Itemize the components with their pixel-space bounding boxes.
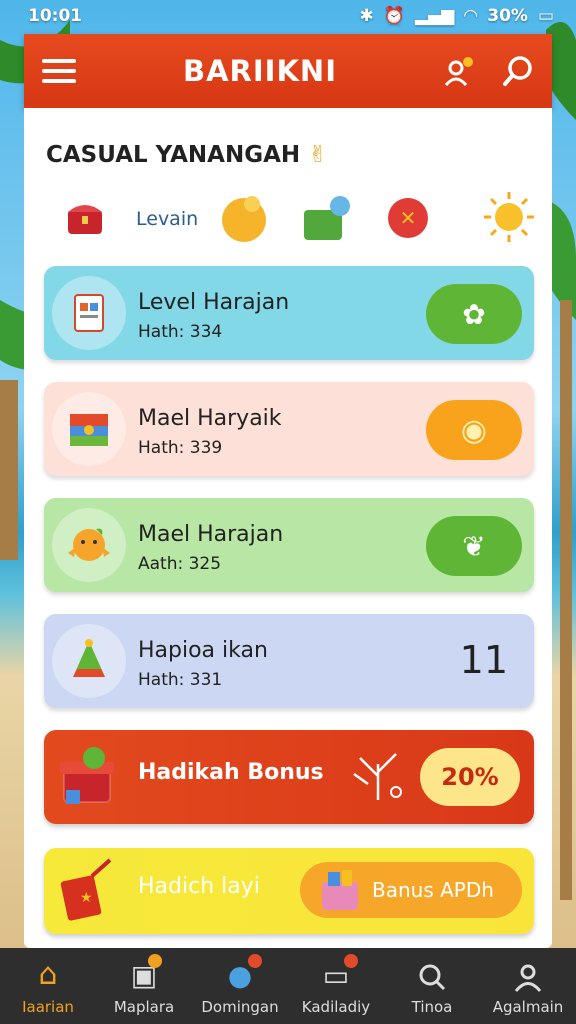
sparkle-decoration-icon	[353, 753, 402, 800]
nav-label: Iaarian	[22, 998, 74, 1016]
red-envelope-icon: ★	[60, 858, 112, 921]
cancel-badge-icon[interactable]: ✕	[386, 196, 430, 240]
home-icon: ⌂	[38, 957, 58, 992]
category-label: Levain	[136, 208, 199, 230]
swirl-icon: ◉	[460, 412, 488, 448]
chest-icon[interactable]	[64, 196, 106, 238]
search-icon[interactable]	[502, 55, 534, 87]
profile-icon	[514, 964, 542, 992]
sun-icon[interactable]	[482, 190, 536, 244]
scroll-icon	[52, 276, 126, 350]
item-name: Hapioa ikan	[138, 638, 268, 663]
list-item-mael-haryaik[interactable]: Mael Haryaik Hath: 339 ◉	[44, 382, 534, 476]
coin-icon[interactable]	[218, 192, 270, 244]
nav-domingan[interactable]: ● Domingan	[192, 948, 288, 1024]
list-item-hapioa-ikan[interactable]: Hapioa ikan Hath: 331 11	[44, 614, 534, 708]
leaf-button[interactable]: ❦	[426, 516, 522, 576]
notification-badge	[248, 954, 262, 968]
leaf-icon: ❦	[462, 529, 486, 563]
gear-icon: ✿	[462, 297, 486, 331]
daily-banner[interactable]: ★ Hadich layi Banus APDh	[44, 848, 534, 934]
battery-icon: ▭	[537, 6, 554, 26]
gift-box-icon[interactable]	[300, 192, 352, 244]
nav-maplara[interactable]: ▣ Maplara	[96, 948, 192, 1024]
notification-badge	[148, 954, 162, 968]
daily-label: Hadich layi	[138, 874, 260, 899]
users-icon[interactable]	[444, 55, 476, 87]
swirl-button[interactable]: ◉	[426, 400, 522, 460]
notification-badge	[344, 954, 358, 968]
nav-label: Kadiladiy	[301, 998, 371, 1016]
nav-label: Maplara	[113, 998, 175, 1016]
bonus-pill-value: 20%	[441, 763, 499, 791]
nav-label: Domingan	[201, 998, 279, 1016]
treasure-box-icon	[52, 392, 126, 466]
status-bar: 10:01 ✱ ⏰ ▂▄▆ ◠ 30% ▭	[0, 0, 576, 32]
list-item-level[interactable]: Level Harajan Hath: 334 ✿	[44, 266, 534, 360]
page-title: CASUAL YANANGAH ✌	[46, 142, 327, 168]
gift-icon	[60, 747, 114, 804]
svg-text:✕: ✕	[400, 206, 417, 230]
bonus-banner[interactable]: Hadikah Bonus 20%	[44, 730, 534, 824]
signal-icon: ▂▄▆	[414, 6, 455, 26]
item-count: Hath: 334	[138, 322, 223, 342]
item-count: Hath: 339	[138, 438, 223, 458]
nav-home[interactable]: ⌂ Iaarian	[0, 948, 96, 1024]
app-title: BARIIKNI	[183, 54, 337, 88]
category-row: ✕	[46, 186, 540, 250]
bottom-nav: ⌂ Iaarian ▣ Maplara ● Domingan ▭ Kadilad…	[0, 948, 576, 1024]
nav-label: Agalmain	[492, 998, 564, 1016]
orange-creature-icon	[52, 508, 126, 582]
nav-tinoa[interactable]: Tinoa	[384, 948, 480, 1024]
svg-text:★: ★	[80, 890, 93, 906]
app-header: BARIIKNI	[24, 34, 552, 108]
bonus-pill[interactable]: 20%	[420, 748, 520, 806]
wifi-icon: ◠	[464, 6, 478, 26]
status-time: 10:01	[28, 6, 83, 26]
page-title-text: CASUAL YANANGAH	[46, 142, 301, 168]
daily-bonus-button[interactable]: Banus APDh	[300, 862, 522, 918]
nav-kadiladiy[interactable]: ▭ Kadiladiy	[288, 948, 384, 1024]
daily-button-label: Banus APDh	[372, 878, 494, 902]
settings-button[interactable]: ✿	[426, 284, 522, 344]
bluetooth-icon: ✱	[359, 6, 374, 26]
list-item-mael-harajan[interactable]: Mael Harajan Aath: 325 ❦	[44, 498, 534, 592]
item-value: 11	[459, 638, 508, 682]
gnome-hat-icon	[52, 624, 126, 698]
item-name: Mael Haryaik	[138, 406, 282, 431]
gift-basket-icon	[322, 870, 358, 910]
alarm-icon: ⏰	[383, 6, 405, 26]
battery-text: 30%	[487, 6, 528, 26]
item-name: Level Harajan	[138, 290, 290, 315]
item-name: Mael Harajan	[138, 522, 284, 547]
search-icon	[419, 964, 446, 991]
item-count: Aath: 325	[138, 554, 222, 574]
nav-agalmain[interactable]: Agalmain	[480, 948, 576, 1024]
item-count: Hath: 331	[138, 670, 223, 690]
bonus-label: Hadikah Bonus	[138, 760, 324, 785]
hand-icon: ✌	[308, 142, 328, 168]
nav-label: Tinoa	[411, 998, 453, 1016]
menu-icon[interactable]	[42, 57, 76, 85]
